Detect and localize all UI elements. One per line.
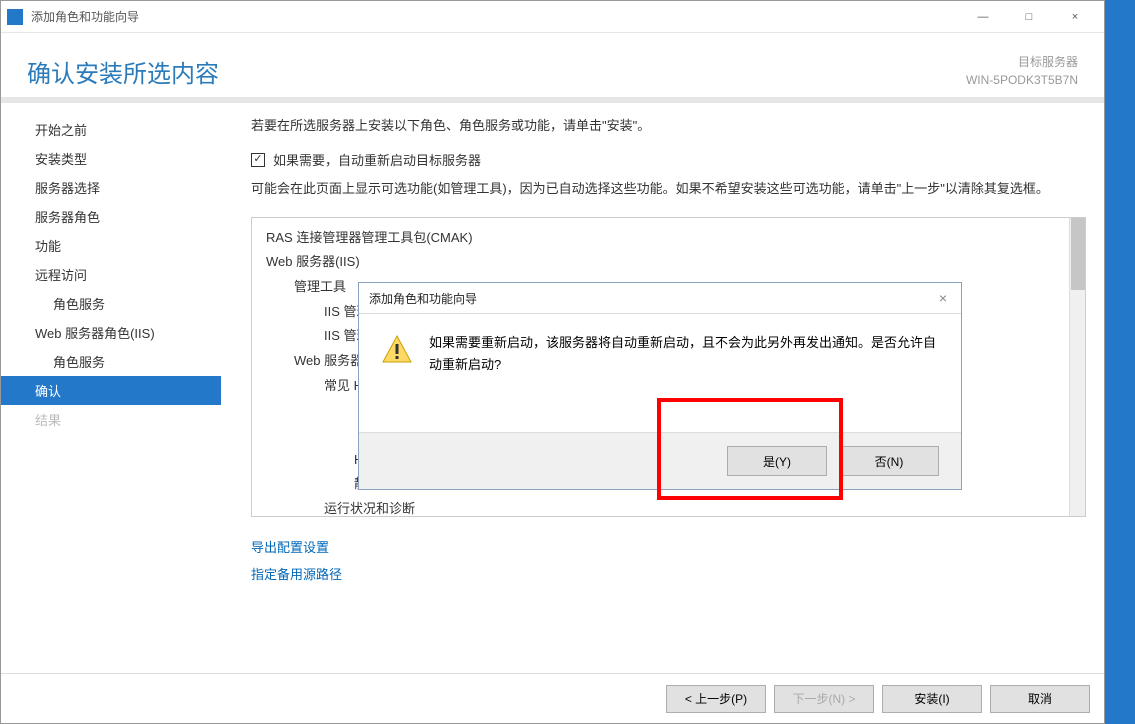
sidebar-item-before-you-begin[interactable]: 开始之前 xyxy=(27,115,221,144)
auto-restart-checkbox[interactable]: ✓ xyxy=(251,153,265,167)
cancel-button[interactable]: 取消 xyxy=(990,685,1090,713)
minimize-button[interactable]: — xyxy=(960,2,1006,32)
sidebar-item-server-selection[interactable]: 服务器选择 xyxy=(27,173,221,202)
alt-source-link[interactable]: 指定备用源路径 xyxy=(251,564,1086,583)
auto-restart-label: 如果需要，自动重新启动目标服务器 xyxy=(273,150,481,169)
window-controls: — □ × xyxy=(960,2,1098,32)
page-title: 确认安装所选内容 xyxy=(27,54,219,89)
sidebar-item-results: 结果 xyxy=(27,405,221,434)
sidebar-item-features[interactable]: 功能 xyxy=(27,231,221,260)
confirm-restart-dialog: 添加角色和功能向导 × 如果需要重新启动，该服务器将自动重新启动，且不会为此另外… xyxy=(358,282,962,490)
titlebar: 添加角色和功能向导 — □ × xyxy=(1,1,1104,33)
sidebar-item-server-roles[interactable]: 服务器角色 xyxy=(27,202,221,231)
warning-icon xyxy=(381,334,413,366)
scrollbar-thumb[interactable] xyxy=(1071,218,1085,290)
sidebar-item-remote-access[interactable]: 远程访问 xyxy=(27,260,221,289)
sidebar-item-role-services-ra[interactable]: 角色服务 xyxy=(27,289,221,318)
sidebar-item-role-services-iis[interactable]: 角色服务 xyxy=(27,347,221,376)
dialog-title: 添加角色和功能向导 xyxy=(369,290,935,307)
dialog-footer: 是(Y) 否(N) xyxy=(359,433,961,489)
config-links: 导出配置设置 指定备用源路径 xyxy=(251,537,1086,583)
install-prompt: 若要在所选服务器上安装以下角色、角色服务或功能，请单击"安装"。 xyxy=(251,115,1086,134)
close-button[interactable]: × xyxy=(1052,2,1098,32)
wizard-footer: < 上一步(P) 下一步(N) > 安装(I) 取消 xyxy=(1,673,1104,723)
sidebar-item-web-server-role[interactable]: Web 服务器角色(IIS) xyxy=(27,318,221,347)
role-item: RAS 连接管理器管理工具包(CMAK) xyxy=(266,226,1071,251)
window-title: 添加角色和功能向导 xyxy=(31,8,960,25)
wizard-header: 确认安装所选内容 目标服务器 WIN-5PODK3T5B7N xyxy=(1,33,1104,103)
role-item: Web 服务器(IIS) xyxy=(266,250,1071,275)
auto-restart-checkbox-row[interactable]: ✓ 如果需要，自动重新启动目标服务器 xyxy=(251,150,1086,169)
install-button[interactable]: 安装(I) xyxy=(882,685,982,713)
sidebar-item-confirm[interactable]: 确认 xyxy=(1,376,221,405)
dialog-close-button[interactable]: × xyxy=(935,290,951,306)
prev-button[interactable]: < 上一步(P) xyxy=(666,685,766,713)
sidebar-item-install-type[interactable]: 安装类型 xyxy=(27,144,221,173)
dest-label: 目标服务器 xyxy=(966,53,1078,71)
dialog-yes-button[interactable]: 是(Y) xyxy=(727,446,827,476)
dialog-body: 如果需要重新启动，该服务器将自动重新启动，且不会为此另外再发出通知。是否允许自动… xyxy=(359,313,961,433)
dialog-titlebar: 添加角色和功能向导 × xyxy=(359,283,961,313)
role-item: 运行状况和诊断 xyxy=(266,497,1071,516)
optional-features-note: 可能会在此页面上显示可选功能(如管理工具)，因为已自动选择这些功能。如果不希望安… xyxy=(251,179,1086,199)
export-config-link[interactable]: 导出配置设置 xyxy=(251,537,1086,556)
next-button: 下一步(N) > xyxy=(774,685,874,713)
dialog-no-button[interactable]: 否(N) xyxy=(839,446,939,476)
wizard-sidebar: 开始之前 安装类型 服务器选择 服务器角色 功能 远程访问 角色服务 Web 服… xyxy=(1,103,221,643)
destination-server-info: 目标服务器 WIN-5PODK3T5B7N xyxy=(966,53,1078,89)
dest-server-name: WIN-5PODK3T5B7N xyxy=(966,71,1078,89)
roles-scrollbar[interactable] xyxy=(1069,218,1085,516)
app-icon xyxy=(7,9,23,25)
dialog-message: 如果需要重新启动，该服务器将自动重新启动，且不会为此另外再发出通知。是否允许自动… xyxy=(429,332,939,432)
maximize-button[interactable]: □ xyxy=(1006,2,1052,32)
